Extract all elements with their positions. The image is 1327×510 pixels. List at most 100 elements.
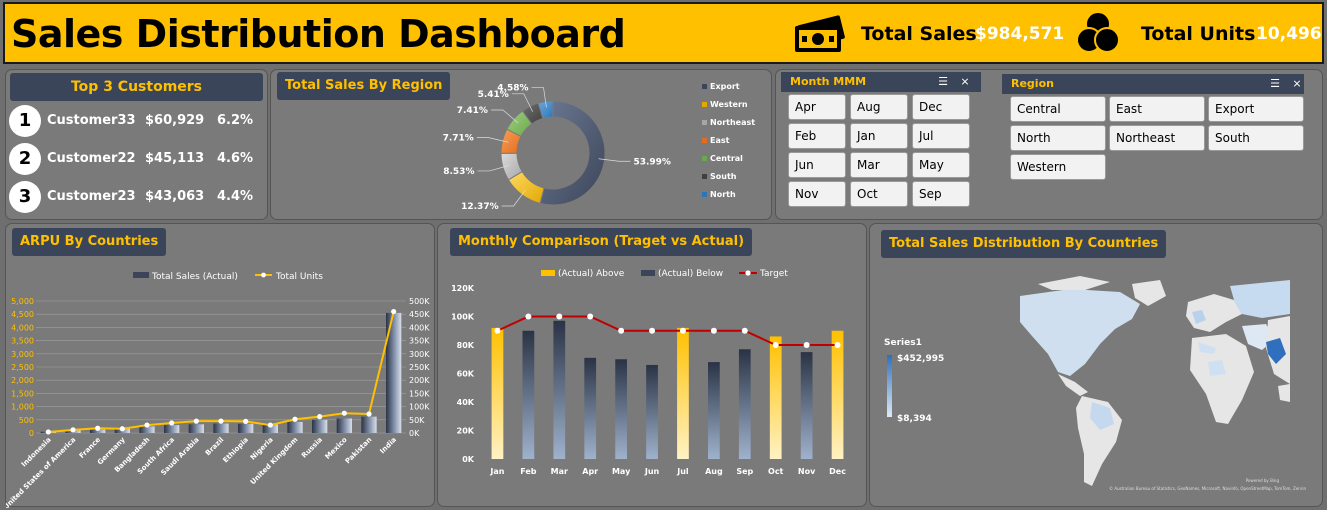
total-sales-label: Total Sales [861,23,977,45]
arpu-units-point [70,427,76,433]
map-attribution-2: © Australian Bureau of Statistics, GeoNa… [1109,486,1306,491]
monthly-x-label: Oct [768,467,784,476]
monthly-x-label: Apr [582,467,598,476]
month-option-jul[interactable]: Jul [912,123,970,149]
monthly-x-label: Nov [798,467,816,476]
multi-select-icon[interactable]: ☰ [936,75,950,89]
month-option-sep[interactable]: Sep [912,181,970,207]
donut-data-label: 53.99% [633,157,671,167]
legend-label-east: East [710,136,730,145]
actual-below-bar [738,349,751,459]
region-option-export[interactable]: Export [1208,96,1304,122]
map-legend-title: Series1 [884,338,922,348]
month-option-dec[interactable]: Dec [912,94,970,120]
month-slicer-header: Month MMM [781,72,981,92]
arpu-left-tick: 2,000 [11,376,34,385]
month-option-apr[interactable]: Apr [788,94,846,120]
arpu-units-point [366,411,372,417]
target-point [649,327,656,334]
monthly-x-label: Dec [829,467,846,476]
arpu-bar [312,419,328,433]
clear-filter-icon[interactable]: ⨯ [1290,77,1304,91]
customer-share: 4.4% [217,189,254,204]
world-map: Powered by Bing © Australian Bureau of S… [884,276,1306,491]
region-option-east[interactable]: East [1109,96,1205,122]
actual-below-bar [584,357,597,459]
arpu-left-tick: 4,000 [11,323,34,332]
legend-label-below: (Actual) Below [658,269,723,279]
month-option-jan[interactable]: Jan [850,123,908,149]
arpu-units-point [95,425,101,431]
month-option-feb[interactable]: Feb [788,123,846,149]
target-point [772,342,779,348]
arpu-bar [361,416,377,433]
total-sales-value: $984,571 [975,24,1065,44]
target-point [525,313,532,320]
arpu-right-tick: 300K [409,350,430,359]
region-option-north[interactable]: North [1010,125,1106,151]
arpu-right-tick: 100K [409,403,430,412]
arpu-left-tick: 3,500 [11,337,34,346]
legend-swatch-south [702,174,707,179]
legend-label-above: (Actual) Above [558,269,625,279]
donut-data-label: 8.53% [443,167,474,177]
target-point [587,313,594,320]
arpu-units-point [292,416,298,422]
map-panel: Total Sales Distribution By Countries Po… [869,223,1323,507]
actual-below-bar [522,330,535,459]
clear-filter-icon[interactable]: ⨯ [958,75,972,89]
legend-marker-target [745,270,751,276]
legend-swatch-central [702,156,707,161]
target-point [556,313,563,320]
actual-below-bar [800,352,813,459]
actual-above-bar [769,336,782,459]
month-option-jun[interactable]: Jun [788,152,846,178]
monthly-x-label: Aug [705,467,723,476]
monthly-x-label: Mar [551,467,568,476]
monthly-y-tick: 100K [451,313,475,322]
customer-name: Customer22 [47,151,136,166]
legend-marker-total-units [261,272,266,278]
region-slicer-header: Region [1002,74,1304,94]
arpu-category-label: Ethiopia [221,436,250,465]
arpu-units-point [317,414,323,420]
monthly-x-label: Jun [644,467,660,476]
region-option-northeast[interactable]: Northeast [1109,125,1205,151]
customer-sales: $60,929 [145,113,205,128]
arpu-left-tick: 4,500 [11,310,34,319]
arctic-shape [1038,276,1110,290]
monthly-x-label: Jul [676,467,689,476]
target-point [803,342,810,348]
customer-sales: $43,063 [145,189,205,204]
legend-label-south: South [710,172,737,181]
region-option-western[interactable]: Western [1010,154,1106,180]
month-option-aug[interactable]: Aug [850,94,908,120]
rank-badge: 3 [9,181,41,213]
legend-label-north: North [710,190,736,199]
legend-label-western: Western [710,100,748,109]
arpu-left-tick: 2,500 [11,363,34,372]
month-option-may[interactable]: May [912,152,970,178]
monthly-y-tick: 120K [451,284,475,293]
region-option-south[interactable]: South [1208,125,1304,151]
donut-data-label: 7.41% [457,106,488,116]
map-legend-max: $452,995 [897,354,944,364]
legend-swatch-north [702,192,707,197]
indonesia-shape [1278,384,1290,402]
region-option-central[interactable]: Central [1010,96,1106,122]
arpu-units-point [341,410,347,416]
customer-share: 4.6% [217,151,254,166]
total-units-value: 10,496 [1256,24,1322,44]
top-customers-panel: Top 3 Customers 1 Customer33 $60,929 6.2… [5,69,268,220]
legend-swatch-western [702,102,707,107]
arpu-panel: ARPU By Countries 0 500 1,000 1,500 2,000 2,5… [5,223,435,508]
month-option-mar[interactable]: Mar [850,152,908,178]
arpu-units-point [144,422,150,428]
arpu-units-point [193,418,199,424]
month-option-oct[interactable]: Oct [850,181,908,207]
multi-select-icon[interactable]: ☰ [1268,77,1282,91]
filters-panel: Month MMM ☰ ⨯ Apr Aug Dec Feb Jan Jul Jun Mar Ma… [775,69,1323,220]
region-slicer-title: Region [1011,77,1054,90]
month-option-nov[interactable]: Nov [788,181,846,207]
actual-below-bar [646,364,658,459]
